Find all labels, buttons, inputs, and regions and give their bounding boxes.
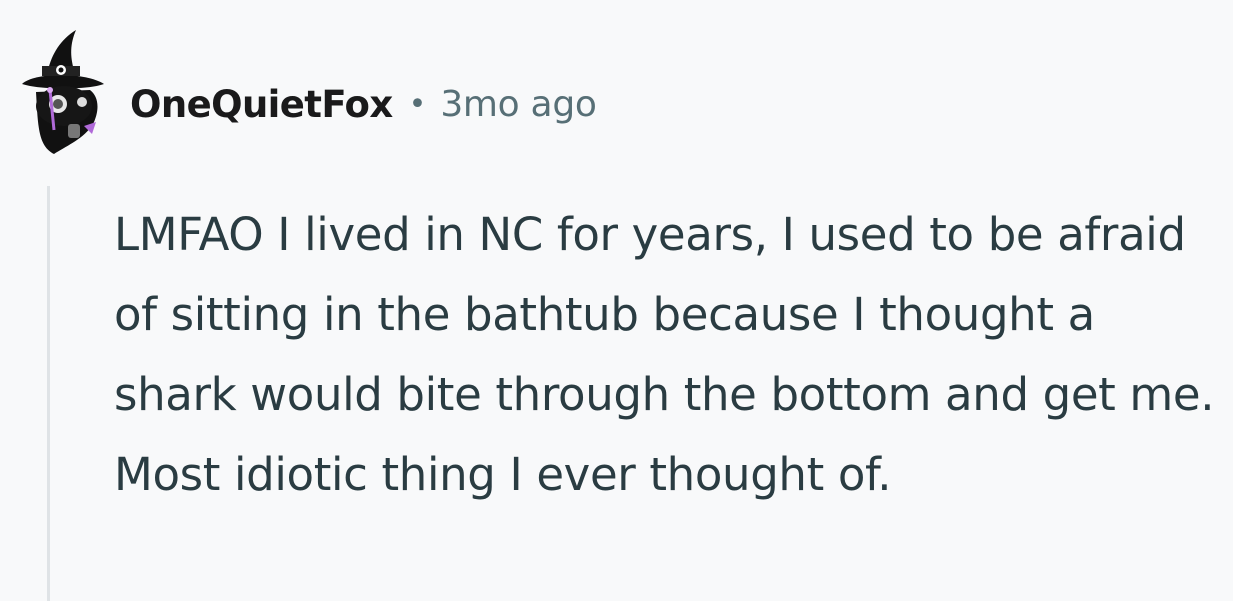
user-avatar[interactable] (14, 26, 110, 158)
witch-hat-avatar-icon (22, 30, 104, 154)
comment-header: OneQuietFox • 3mo ago (130, 76, 597, 132)
comment: OneQuietFox • 3mo ago LMFAO I lived in N… (0, 0, 1233, 601)
author-name[interactable]: OneQuietFox (130, 83, 393, 126)
comment-timestamp[interactable]: 3mo ago (440, 84, 597, 125)
thread-line[interactable] (47, 186, 50, 601)
comment-body: LMFAO I lived in NC for years, I used to… (114, 208, 1215, 501)
meta-separator: • (408, 86, 427, 122)
